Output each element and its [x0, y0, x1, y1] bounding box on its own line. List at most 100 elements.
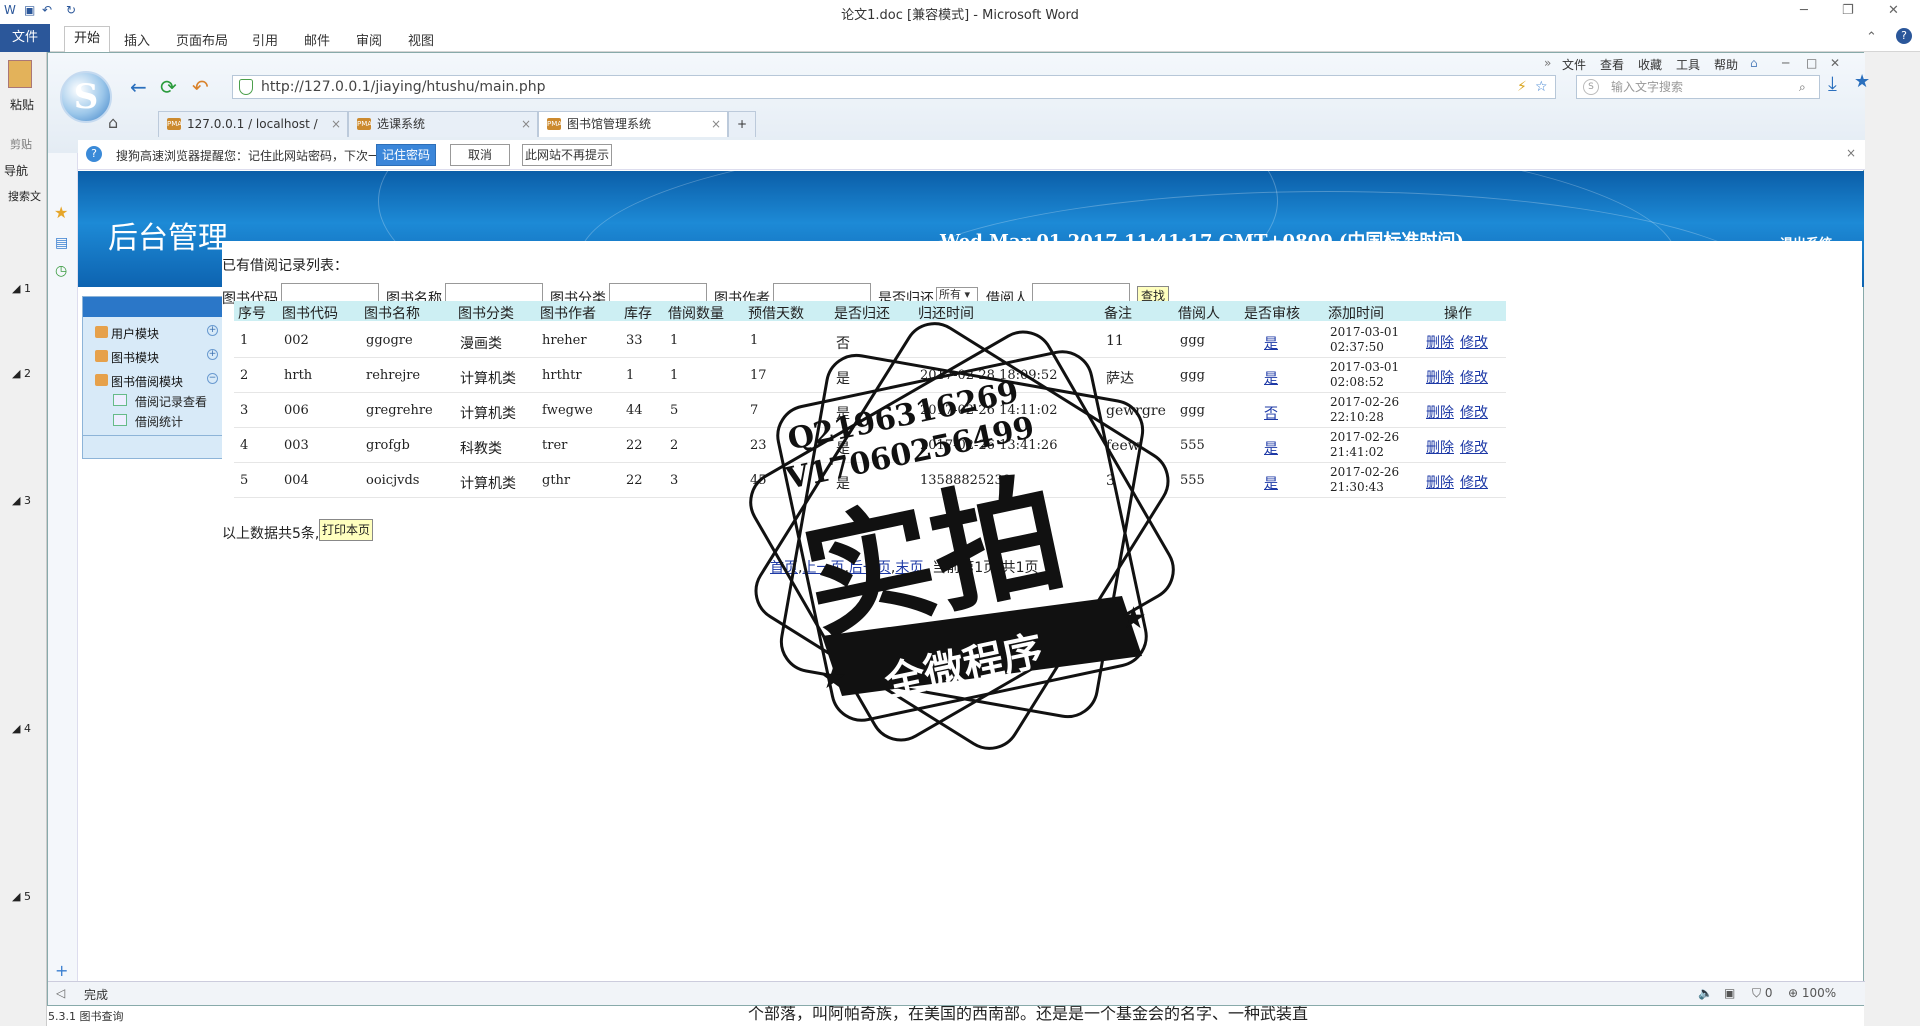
outline-bottom-item[interactable]: 5.3.1 图书查询	[48, 1008, 198, 1024]
help-icon[interactable]: ?	[1896, 28, 1912, 44]
ribbon-tab-review[interactable]: 审阅	[356, 30, 382, 49]
ribbon-tab-layout[interactable]: 页面布局	[176, 30, 228, 49]
ribbon-tab-insert[interactable]: 插入	[124, 30, 150, 49]
collapse-minus-icon[interactable]: −	[207, 373, 218, 384]
more-icon[interactable]: »	[1544, 56, 1551, 70]
new-tab-button[interactable]: +	[728, 111, 756, 137]
ribbon-tab-file[interactable]: 文件	[0, 24, 50, 52]
undo-close-icon[interactable]: ↶	[192, 75, 209, 99]
address-bar[interactable]: http://127.0.0.1/jiaying/htushu/main.php…	[232, 75, 1556, 99]
outline-item-5[interactable]: ◢ 5	[12, 890, 31, 903]
cancel-button[interactable]: 取消	[450, 144, 510, 166]
table-cell-stock: 33	[626, 333, 643, 348]
menu-view[interactable]: 查看	[1600, 56, 1624, 73]
favorite-star-icon[interactable]: ☆	[1535, 76, 1548, 98]
never-remind-button[interactable]: 此网站不再提示	[522, 144, 612, 166]
search-engine-icon[interactable]: S	[1583, 79, 1599, 95]
sidebar-item-books[interactable]: 图书模块 +	[95, 349, 218, 366]
ribbon-tab-view[interactable]: 视图	[408, 30, 434, 49]
minimize-icon[interactable]: ─	[1800, 3, 1808, 18]
browser-close-icon[interactable]: ✕	[1830, 56, 1840, 70]
shield-count[interactable]: ⛉ 0	[1752, 986, 1772, 1001]
table-cell-audit[interactable]: 是	[1264, 333, 1278, 353]
refresh-icon[interactable]: ⟳	[160, 75, 177, 99]
expand-plus-icon[interactable]: +	[207, 325, 218, 336]
ribbon-tab-home[interactable]: 开始	[64, 26, 110, 52]
outline-item-4[interactable]: ◢ 4	[12, 722, 31, 735]
tab-library-system[interactable]: PMA 图书馆管理系统 ×	[538, 111, 728, 137]
word-vertical-scrollbar[interactable]	[1864, 52, 1920, 1026]
expand-plus-icon[interactable]: +	[207, 349, 218, 360]
table-cell-no: 4	[240, 438, 249, 453]
search-placeholder: 输入文字搜索	[1611, 80, 1684, 94]
edit-link[interactable]: 修改	[1460, 367, 1488, 387]
outline-item-3[interactable]: ◢ 3	[12, 494, 31, 507]
skin-icon[interactable]: ⌂	[1750, 56, 1758, 70]
ribbon-tab-references[interactable]: 引用	[252, 30, 278, 49]
sidebar-subitem-records[interactable]: 借阅记录查看	[113, 393, 207, 410]
back-icon[interactable]: ←	[130, 75, 147, 99]
table-header-cell: 添加时间	[1328, 306, 1384, 322]
restore-icon[interactable]: ❐	[1842, 3, 1854, 18]
table-cell-audit[interactable]: 是	[1264, 438, 1278, 458]
bookmarks-star-icon[interactable]: ★	[1854, 71, 1870, 92]
volume-icon[interactable]: 🔈	[1698, 986, 1713, 1000]
menu-help[interactable]: 帮助	[1714, 56, 1738, 73]
home-icon[interactable]: ⌂	[108, 113, 118, 132]
zoom-level[interactable]: ⊕ 100%	[1788, 986, 1836, 1000]
ribbon-collapse-icon[interactable]: ⌃	[1866, 30, 1877, 45]
paste-icon[interactable]	[8, 60, 32, 88]
delete-link[interactable]: 删除	[1426, 472, 1454, 492]
sidebar-item-borrow[interactable]: 图书借阅模块 −	[95, 373, 218, 390]
infobar-close-icon[interactable]: ×	[1846, 146, 1856, 160]
menu-tools[interactable]: 工具	[1676, 56, 1700, 73]
sidebar-subitem-stats[interactable]: 借阅统计	[113, 413, 183, 430]
table-cell-audit[interactable]: 是	[1264, 368, 1278, 388]
edit-link[interactable]: 修改	[1460, 472, 1488, 492]
delete-link[interactable]: 删除	[1426, 437, 1454, 457]
table-cell-audit[interactable]: 是	[1264, 473, 1278, 493]
users-icon	[95, 350, 108, 362]
sidebar-item-users[interactable]: 用户模块 +	[95, 325, 218, 342]
table-cell-name: grofgb	[366, 438, 410, 453]
table-cell-cat: 计算机类	[460, 371, 516, 387]
search-icon[interactable]: ⌕	[1799, 76, 1806, 98]
screenshot-icon[interactable]: ▣	[1724, 986, 1735, 1000]
delete-link[interactable]: 删除	[1426, 367, 1454, 387]
menu-file[interactable]: 文件	[1562, 56, 1586, 73]
edit-link[interactable]: 修改	[1460, 332, 1488, 352]
menu-favorites[interactable]: 收藏	[1638, 56, 1662, 73]
print-button[interactable]: 打印本页	[319, 519, 373, 541]
outline-item-2[interactable]: ◢ 2	[12, 367, 31, 380]
download-icon[interactable]: ⤓	[1828, 71, 1837, 95]
nav-search-input[interactable]: 搜索文	[8, 188, 44, 204]
sidebar-toggle-icon[interactable]: ◁	[56, 986, 65, 1000]
add-sidebar-icon[interactable]: +	[55, 961, 68, 980]
browser-maximize-icon[interactable]: □	[1806, 56, 1817, 70]
tab-close-icon[interactable]: ×	[331, 112, 341, 136]
remember-password-button[interactable]: 记住密码	[376, 144, 436, 166]
history-clock-icon[interactable]: ◷	[55, 263, 67, 279]
sogou-logo-icon[interactable]: S	[60, 71, 112, 123]
tab-course-system[interactable]: PMA 选课系统 ×	[348, 111, 538, 137]
search-input[interactable]: S 输入文字搜索 ⌕	[1576, 75, 1820, 99]
table-cell-added: 2017-02-26	[1330, 430, 1400, 444]
tab-close-icon[interactable]: ×	[711, 112, 721, 136]
close-icon[interactable]: ✕	[1888, 3, 1899, 18]
lightning-icon[interactable]: ⚡	[1517, 76, 1527, 98]
table-cell-audit[interactable]: 否	[1264, 403, 1278, 423]
edit-link[interactable]: 修改	[1460, 437, 1488, 457]
delete-link[interactable]: 删除	[1426, 402, 1454, 422]
table-cell-cat: 科教类	[460, 441, 502, 457]
ribbon-tab-mail[interactable]: 邮件	[304, 30, 330, 49]
browser-minimize-icon[interactable]: ─	[1782, 56, 1789, 70]
edit-link[interactable]: 修改	[1460, 402, 1488, 422]
reading-icon[interactable]: ▤	[55, 235, 68, 251]
status-text: 完成	[84, 988, 109, 1002]
delete-link[interactable]: 删除	[1426, 332, 1454, 352]
tab-phpmyadmin[interactable]: PMA 127.0.0.1 / localhost / ×	[158, 111, 348, 137]
favorites-star-icon[interactable]: ★	[54, 203, 68, 222]
table-cell-qty: 2	[670, 438, 679, 453]
tab-close-icon[interactable]: ×	[521, 112, 531, 136]
outline-item-1[interactable]: ◢ 1	[12, 282, 31, 295]
